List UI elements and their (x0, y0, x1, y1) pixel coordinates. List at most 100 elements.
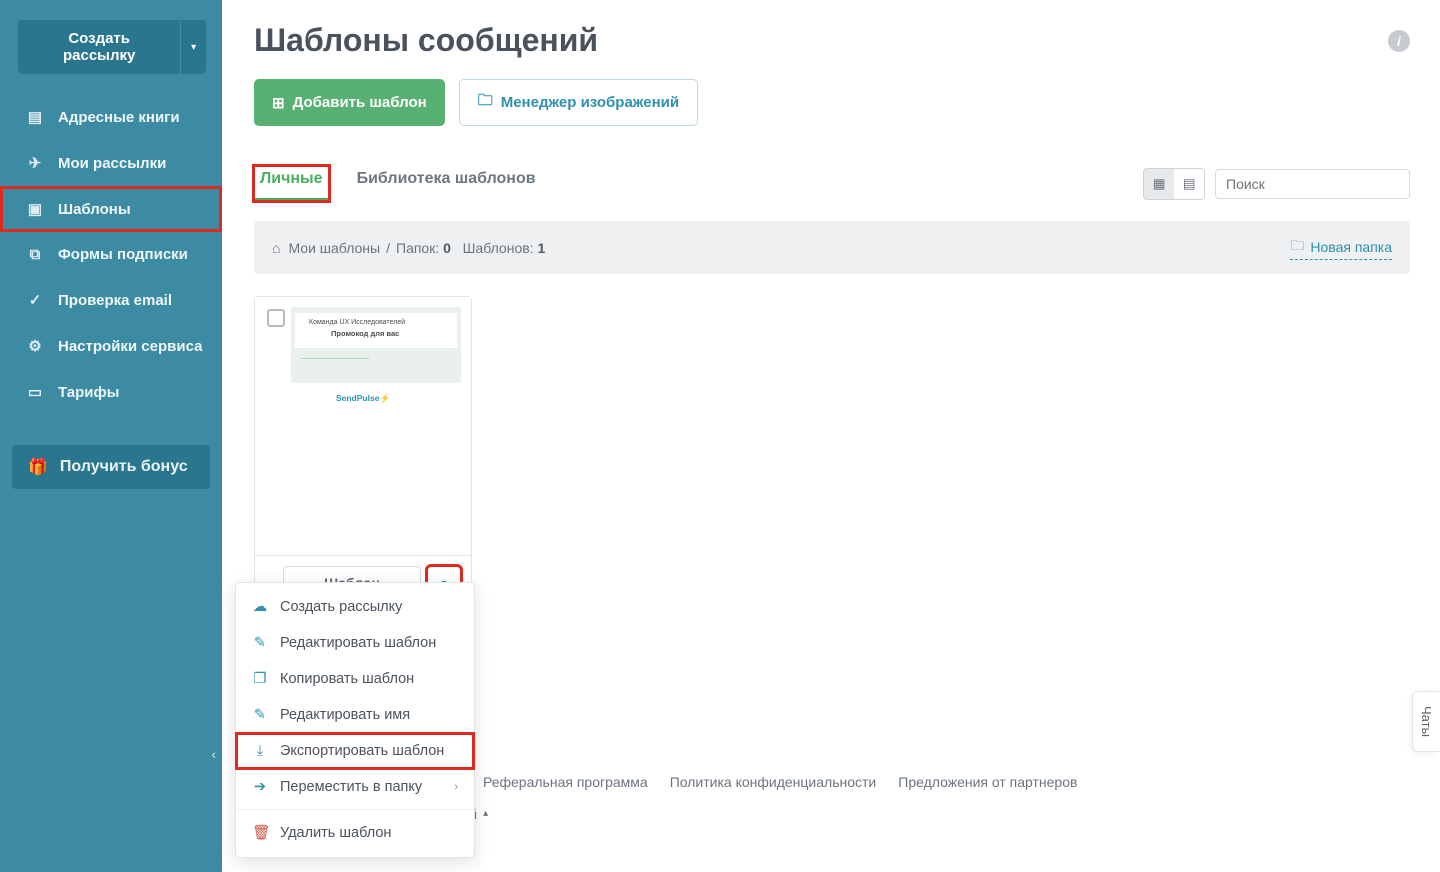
add-template-button[interactable]: ⊞ Добавить шаблон (254, 79, 445, 126)
menu-label: Создать рассылку (280, 599, 402, 615)
info-icon[interactable]: i (1388, 30, 1410, 52)
menu-create-campaign[interactable]: ☁ Создать рассылку (236, 589, 474, 625)
sidebar-collapse-button[interactable]: ‹ (211, 746, 216, 762)
move-icon: ➔ (252, 779, 268, 795)
create-campaign-dropdown[interactable]: ▾ (180, 20, 206, 74)
menu-label: Копировать шаблон (280, 671, 414, 687)
book-icon: ▤ (26, 108, 44, 126)
sidebar-item-label: Мои рассылки (58, 155, 166, 172)
menu-edit-template[interactable]: ✎ Редактировать шаблон (236, 625, 474, 661)
footer-link[interactable]: Политика конфиденциальности (670, 774, 877, 790)
gift-icon: 🎁 (28, 457, 48, 477)
sidebar-item-service-settings[interactable]: ⚙ Настройки сервиса (0, 323, 222, 369)
send-icon: ✈ (26, 154, 44, 172)
new-folder-label: Новая папка (1310, 239, 1392, 255)
menu-move-to-folder[interactable]: ➔ Переместить в папку › (236, 769, 474, 805)
folders-count: 0 (443, 240, 451, 256)
trash-icon: 🗑 (252, 824, 268, 841)
menu-label: Удалить шаблон (280, 825, 391, 841)
chevron-left-icon: ‹ (211, 746, 216, 762)
templates-grid: Команда UX Исследователей Промокод для в… (254, 296, 1410, 611)
page-title: Шаблоны сообщений (254, 22, 598, 59)
sidebar-item-subscription-forms[interactable]: ⧉ Формы подписки (0, 232, 222, 277)
folder-plus-icon: 🗀 (1290, 235, 1304, 259)
breadcrumb: ⌂ Мои шаблоны / Папок: 0 Шаблонов: 1 🗀 Н… (254, 221, 1410, 274)
footer-link[interactable]: Предложения от партнеров (898, 774, 1077, 790)
menu-label: Экспортировать шаблон (280, 743, 444, 759)
sidebar-item-pricing[interactable]: ▭ Тарифы (0, 369, 222, 415)
preview-line1: Команда UX Исследователей (309, 319, 447, 326)
template-checkbox[interactable] (267, 309, 285, 327)
tabs-row: Личные Библиотека шаблонов ▦ ▤ (254, 166, 1410, 201)
breadcrumb-sep: / (386, 240, 390, 256)
plus-icon: ⊞ (272, 94, 285, 112)
search-input[interactable] (1215, 169, 1410, 199)
grid-icon: ▦ (1153, 176, 1166, 192)
copy-icon: ❐ (252, 671, 268, 687)
menu-delete-template[interactable]: 🗑 Удалить шаблон (236, 814, 474, 851)
pricing-icon: ▭ (26, 383, 44, 401)
form-icon: ⧉ (26, 246, 44, 263)
view-toggle: ▦ ▤ (1143, 168, 1205, 200)
menu-copy-template[interactable]: ❐ Копировать шаблон (236, 661, 474, 697)
template-card[interactable]: Команда UX Исследователей Промокод для в… (254, 296, 472, 611)
pencil-icon: ✎ (252, 635, 268, 651)
preview-subline: ──────────────── (295, 356, 457, 362)
image-manager-button[interactable]: 🗀 Менеджер изображений (459, 79, 698, 126)
view-list-button[interactable]: ▤ (1174, 169, 1204, 199)
sidebar-item-address-books[interactable]: ▤ Адресные книги (0, 94, 222, 140)
bonus-button[interactable]: 🎁 Получить бонус (12, 445, 210, 489)
menu-label: Редактировать имя (280, 707, 410, 723)
new-folder-link[interactable]: 🗀 Новая папка (1290, 235, 1392, 260)
footer-link[interactable]: Реферальная программа (483, 774, 648, 790)
sidebar-item-label: Адресные книги (58, 109, 180, 126)
breadcrumb-root[interactable]: Мои шаблоны (288, 240, 380, 256)
menu-rename-template[interactable]: ✎ Редактировать имя (236, 697, 474, 733)
sidebar-nav: ▤ Адресные книги ✈ Мои рассылки ▣ Шаблон… (0, 94, 222, 415)
send-icon: ☁ (252, 599, 268, 615)
tabs-controls: ▦ ▤ (1143, 168, 1410, 200)
verify-icon: ✓ (26, 291, 44, 309)
sidebar-item-my-campaigns[interactable]: ✈ Мои рассылки (0, 140, 222, 186)
image-folder-icon: 🗀 (478, 90, 493, 115)
view-grid-button[interactable]: ▦ (1144, 169, 1174, 199)
create-campaign-button[interactable]: Создать рассылку (18, 20, 180, 74)
add-template-label: Добавить шаблон (293, 94, 427, 111)
templates-label: Шаблонов: (463, 240, 534, 256)
export-icon: ⤓ (252, 743, 268, 759)
sidebar-item-label: Тарифы (58, 384, 119, 401)
chevron-down-icon: ▾ (191, 42, 196, 53)
sidebar: Создать рассылку ▾ ▤ Адресные книги ✈ Мо… (0, 0, 222, 872)
bonus-label: Получить бонус (60, 458, 188, 476)
folders-label: Папок: (396, 240, 439, 256)
tab-library[interactable]: Библиотека шаблонов (351, 166, 542, 201)
sidebar-item-label: Шаблоны (58, 201, 131, 218)
preview-line2: Промокод для вас (331, 329, 447, 338)
action-row: ⊞ Добавить шаблон 🗀 Менеджер изображений (254, 79, 1410, 126)
sidebar-item-templates[interactable]: ▣ Шаблоны (0, 186, 222, 232)
create-campaign-group: Создать рассылку ▾ (18, 20, 206, 74)
sidebar-item-label: Настройки сервиса (58, 338, 202, 355)
template-preview: Команда UX Исследователей Промокод для в… (255, 297, 471, 555)
preview-brand: SendPulse⚡ (265, 393, 461, 404)
chats-tab[interactable]: Чаты (1412, 691, 1440, 752)
menu-export-template[interactable]: ⤓ Экспортировать шаблон (236, 733, 474, 769)
template-icon: ▣ (26, 200, 44, 218)
menu-label: Редактировать шаблон (280, 635, 436, 651)
menu-label: Переместить в папку (280, 779, 422, 795)
list-icon: ▤ (1183, 176, 1196, 192)
menu-separator (236, 809, 474, 810)
sidebar-item-email-verify[interactable]: ✓ Проверка email (0, 277, 222, 323)
template-actions-menu: ☁ Создать рассылку ✎ Редактировать шабло… (235, 582, 475, 858)
rename-icon: ✎ (252, 707, 268, 723)
title-row: Шаблоны сообщений i (254, 22, 1410, 59)
chevron-right-icon: › (454, 781, 458, 793)
settings-icon: ⚙ (26, 337, 44, 355)
preview-body: Команда UX Исследователей Промокод для в… (291, 307, 461, 383)
image-manager-label: Менеджер изображений (501, 94, 679, 111)
sidebar-item-label: Проверка email (58, 292, 172, 309)
tabs: Личные Библиотека шаблонов (254, 166, 542, 201)
home-icon[interactable]: ⌂ (272, 240, 280, 256)
tab-personal[interactable]: Личные (254, 166, 329, 201)
templates-count: 1 (537, 240, 545, 256)
